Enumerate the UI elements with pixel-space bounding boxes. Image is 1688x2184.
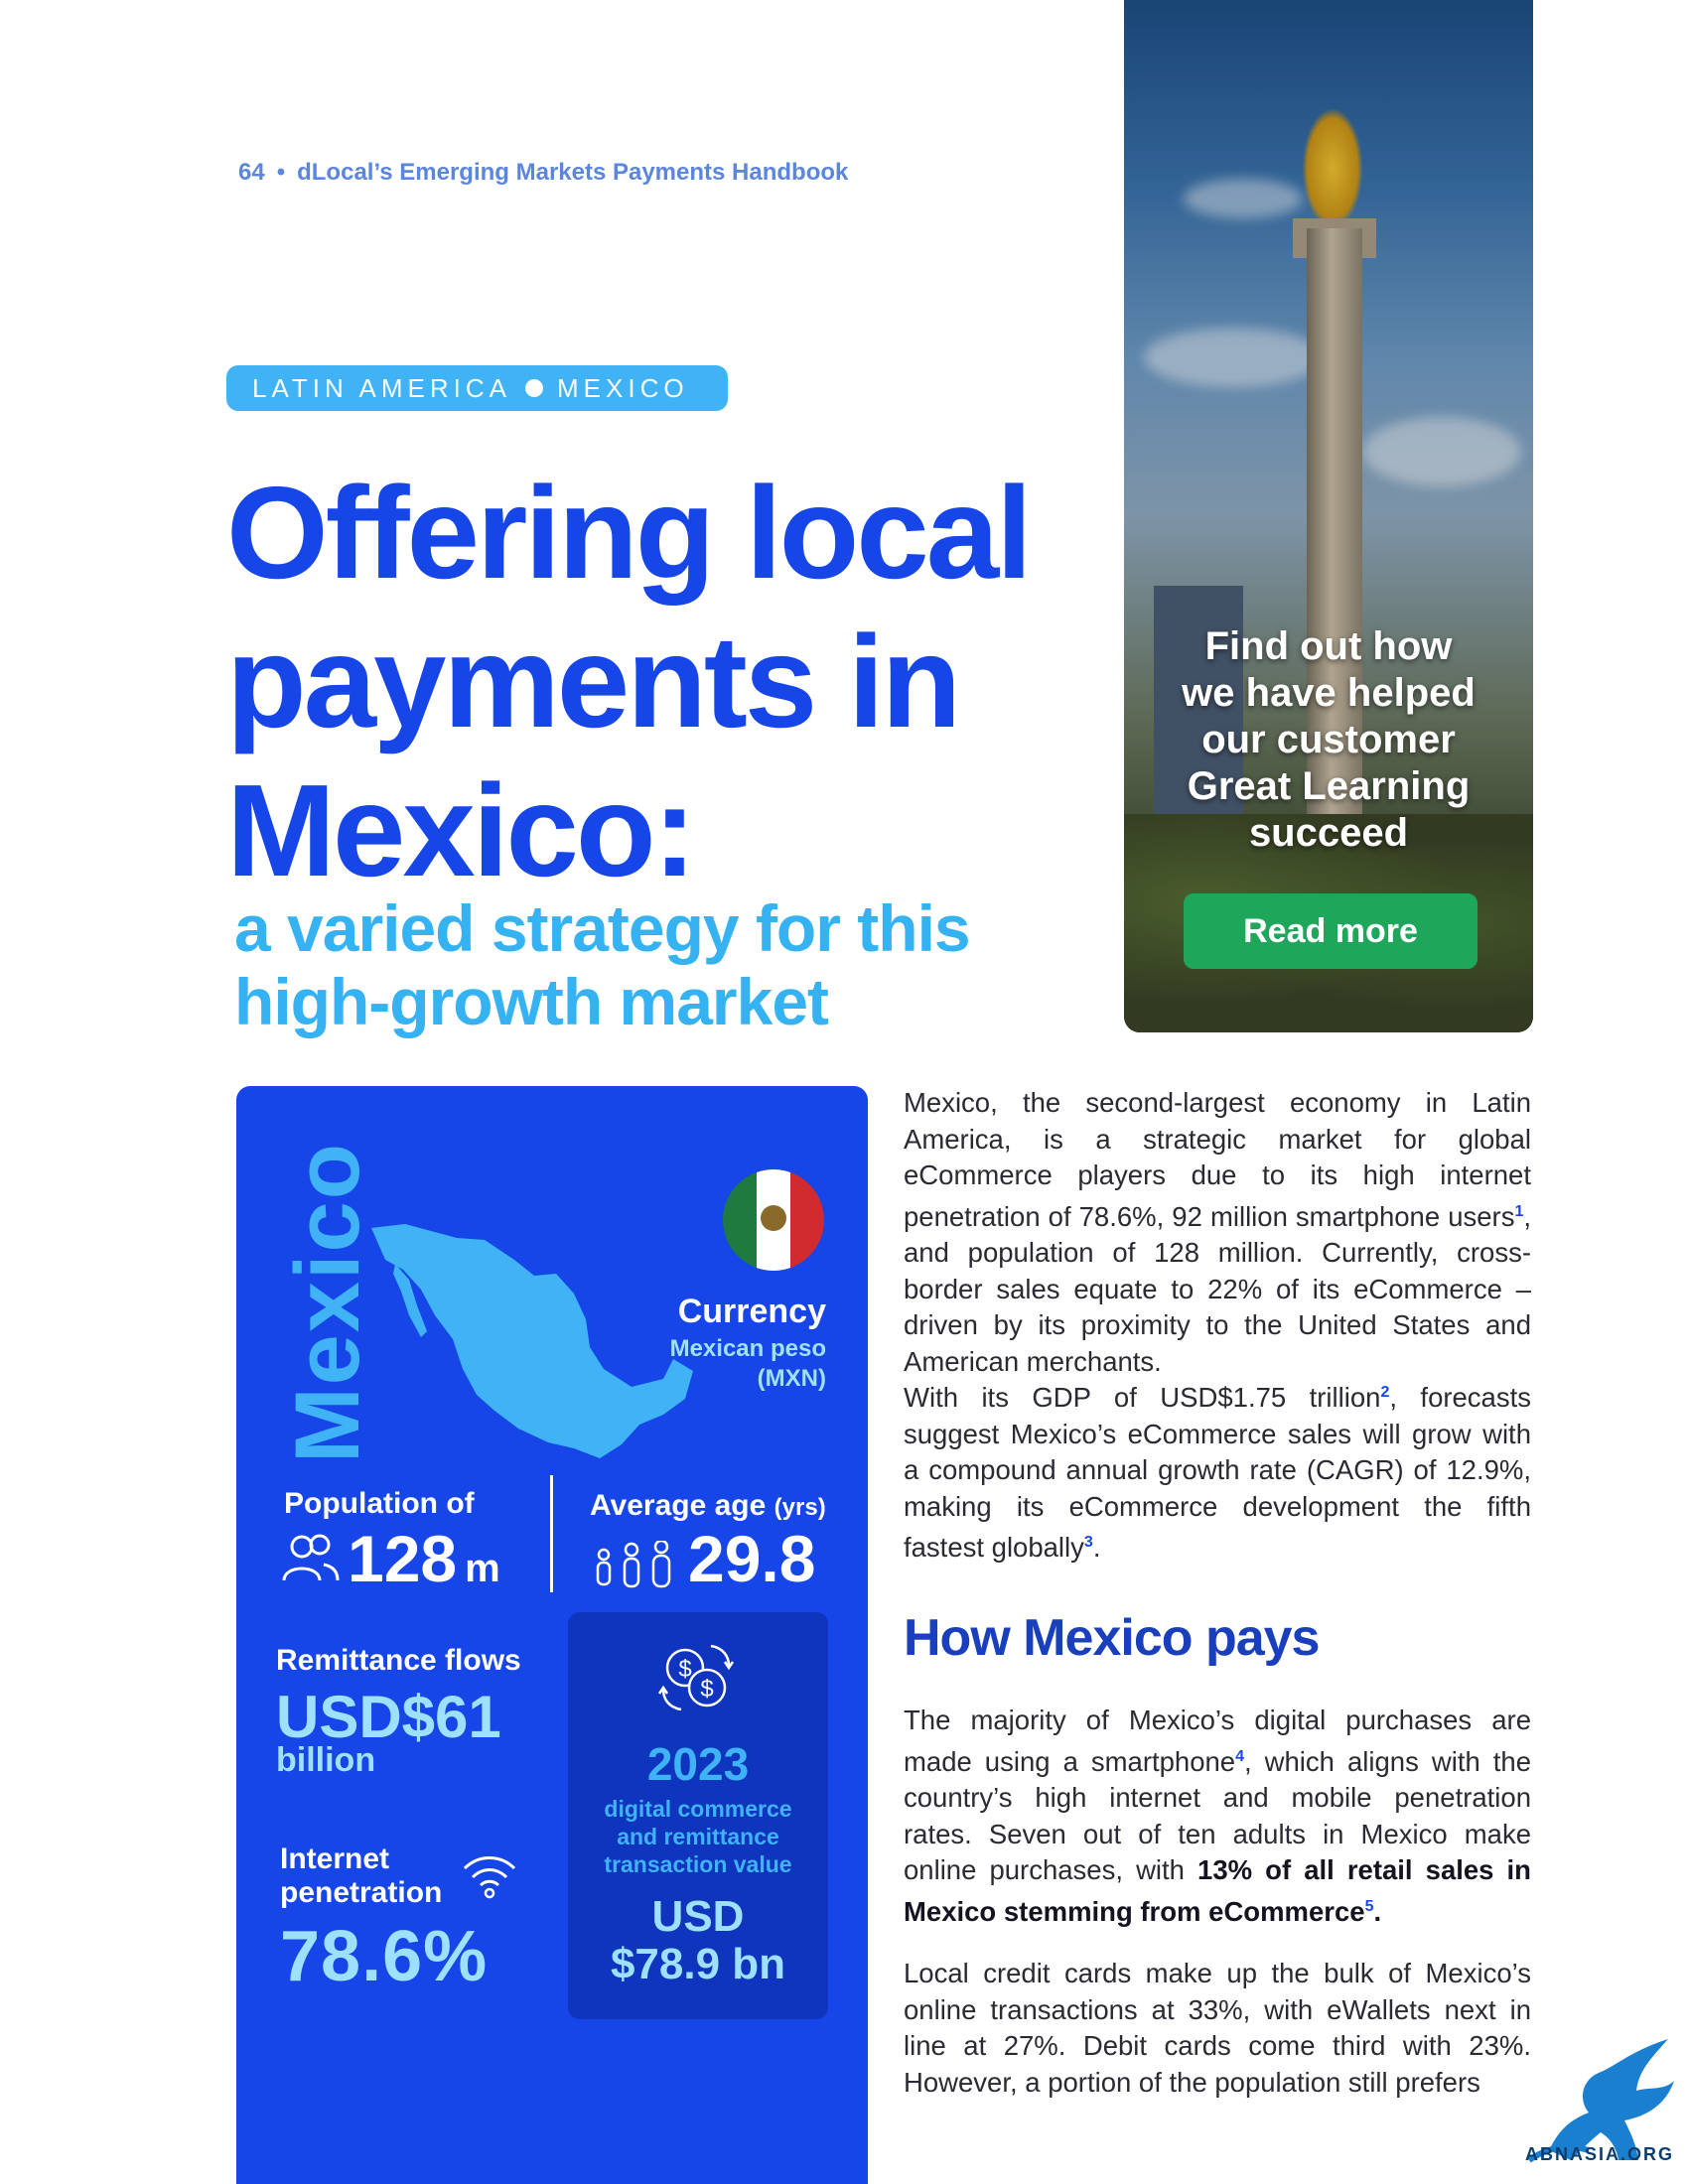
currency-value: Mexican peso (MXN) [608, 1334, 826, 1394]
region-separator-dot [525, 379, 544, 397]
running-header: 64 • dLocal’s Emerging Markets Payments Ha… [238, 159, 848, 187]
people-icon [282, 1534, 340, 1581]
transaction-amount: $78.9 bn [610, 1940, 786, 1988]
country-label: MEXICO [557, 372, 689, 403]
subtitle-line: a varied strategy for this [234, 891, 971, 965]
promo-line: our customer [1201, 718, 1456, 761]
publication-title: dLocal’s Emerging Markets Payments Handb… [297, 159, 849, 186]
currency-exchange-icon: $ $ [657, 1644, 735, 1711]
footnote-ref[interactable]: 3 [1084, 1534, 1093, 1551]
section-heading: How Mexico pays [904, 1609, 1320, 1667]
transaction-value-box: $ $ 2023 digital commerce and remittance… [568, 1612, 828, 2019]
promo-line: Great Learning [1187, 764, 1471, 808]
region-tag: LATIN AMERICA MEXICO [226, 365, 728, 411]
promo-card: Find out how we have helped our customer… [1124, 0, 1533, 1032]
currency-value-line: Mexican peso [669, 1335, 826, 1362]
page-number: 64 [238, 159, 265, 186]
subtitle-line: high-growth market [234, 965, 829, 1038]
average-age-value: 29.8 [688, 1522, 816, 1595]
footnote-ref[interactable]: 4 [1235, 1748, 1244, 1765]
photo-overlay [1124, 0, 1533, 1032]
footnote-ref[interactable]: 5 [1365, 1898, 1374, 1915]
promo-line: we have helped [1182, 671, 1476, 715]
transaction-year: 2023 [646, 1738, 750, 1790]
footnote-ref[interactable]: 2 [1380, 1384, 1389, 1401]
title-line: payments in [226, 609, 961, 754]
stat-divider [550, 1475, 553, 1592]
promo-line: succeed [1248, 811, 1409, 855]
paragraph: With its GDP of USD$1.75 trillion2, fore… [904, 1382, 1531, 1564]
page-subtitle: a varied strategy for this high-growth m… [234, 891, 1128, 1038]
age-unit: (yrs) [774, 1494, 826, 1521]
page-title: Offering local payments in Mexico: [226, 459, 1120, 905]
population-unit: m [465, 1547, 500, 1590]
title-line: Offering local [226, 460, 1033, 606]
promo-text: Find out how we have helped our customer… [1124, 623, 1533, 857]
family-icon [596, 1541, 671, 1588]
country-facts-panel: Mexico Currency Mexican peso (MXN) Popul… [236, 1086, 868, 2184]
header-separator: • [276, 159, 286, 186]
internet-penetration-value: 78.6% [280, 1917, 489, 1996]
read-more-button[interactable]: Read more [1184, 893, 1477, 969]
internet-penetration-label: Internet penetration [280, 1843, 443, 1909]
currency-value-line: (MXN) [757, 1365, 826, 1392]
svg-text:$: $ [678, 1656, 691, 1683]
wifi-icon [463, 1856, 516, 1899]
population-value: 128 m [348, 1522, 500, 1595]
mexico-flag-icon [723, 1169, 824, 1271]
transaction-description: digital commerce and remittance transact… [604, 1796, 792, 1877]
promo-line: Find out how [1204, 624, 1453, 668]
paragraph: The majority of Mexico’s digital purchas… [904, 1705, 1531, 1927]
watermark-text: ABNASIA.ORG [1525, 2144, 1675, 2164]
remittance-unit: billion [276, 1741, 376, 1779]
svg-text:$: $ [700, 1676, 713, 1703]
population-label: Population of [284, 1487, 475, 1520]
paragraph: Mexico, the second-largest economy in La… [904, 1087, 1531, 1377]
average-age-label: Average age (yrs) [590, 1489, 826, 1522]
remittance-label: Remittance flows [276, 1644, 521, 1677]
currency-label: Currency [677, 1293, 826, 1330]
remittance-value: USD$61 [276, 1684, 501, 1750]
transaction-currency: USD [651, 1892, 745, 1941]
paragraph: Local credit cards make up the bulk of M… [904, 1958, 1531, 2098]
region-label: LATIN AMERICA [252, 372, 512, 403]
title-line: Mexico: [226, 757, 696, 903]
